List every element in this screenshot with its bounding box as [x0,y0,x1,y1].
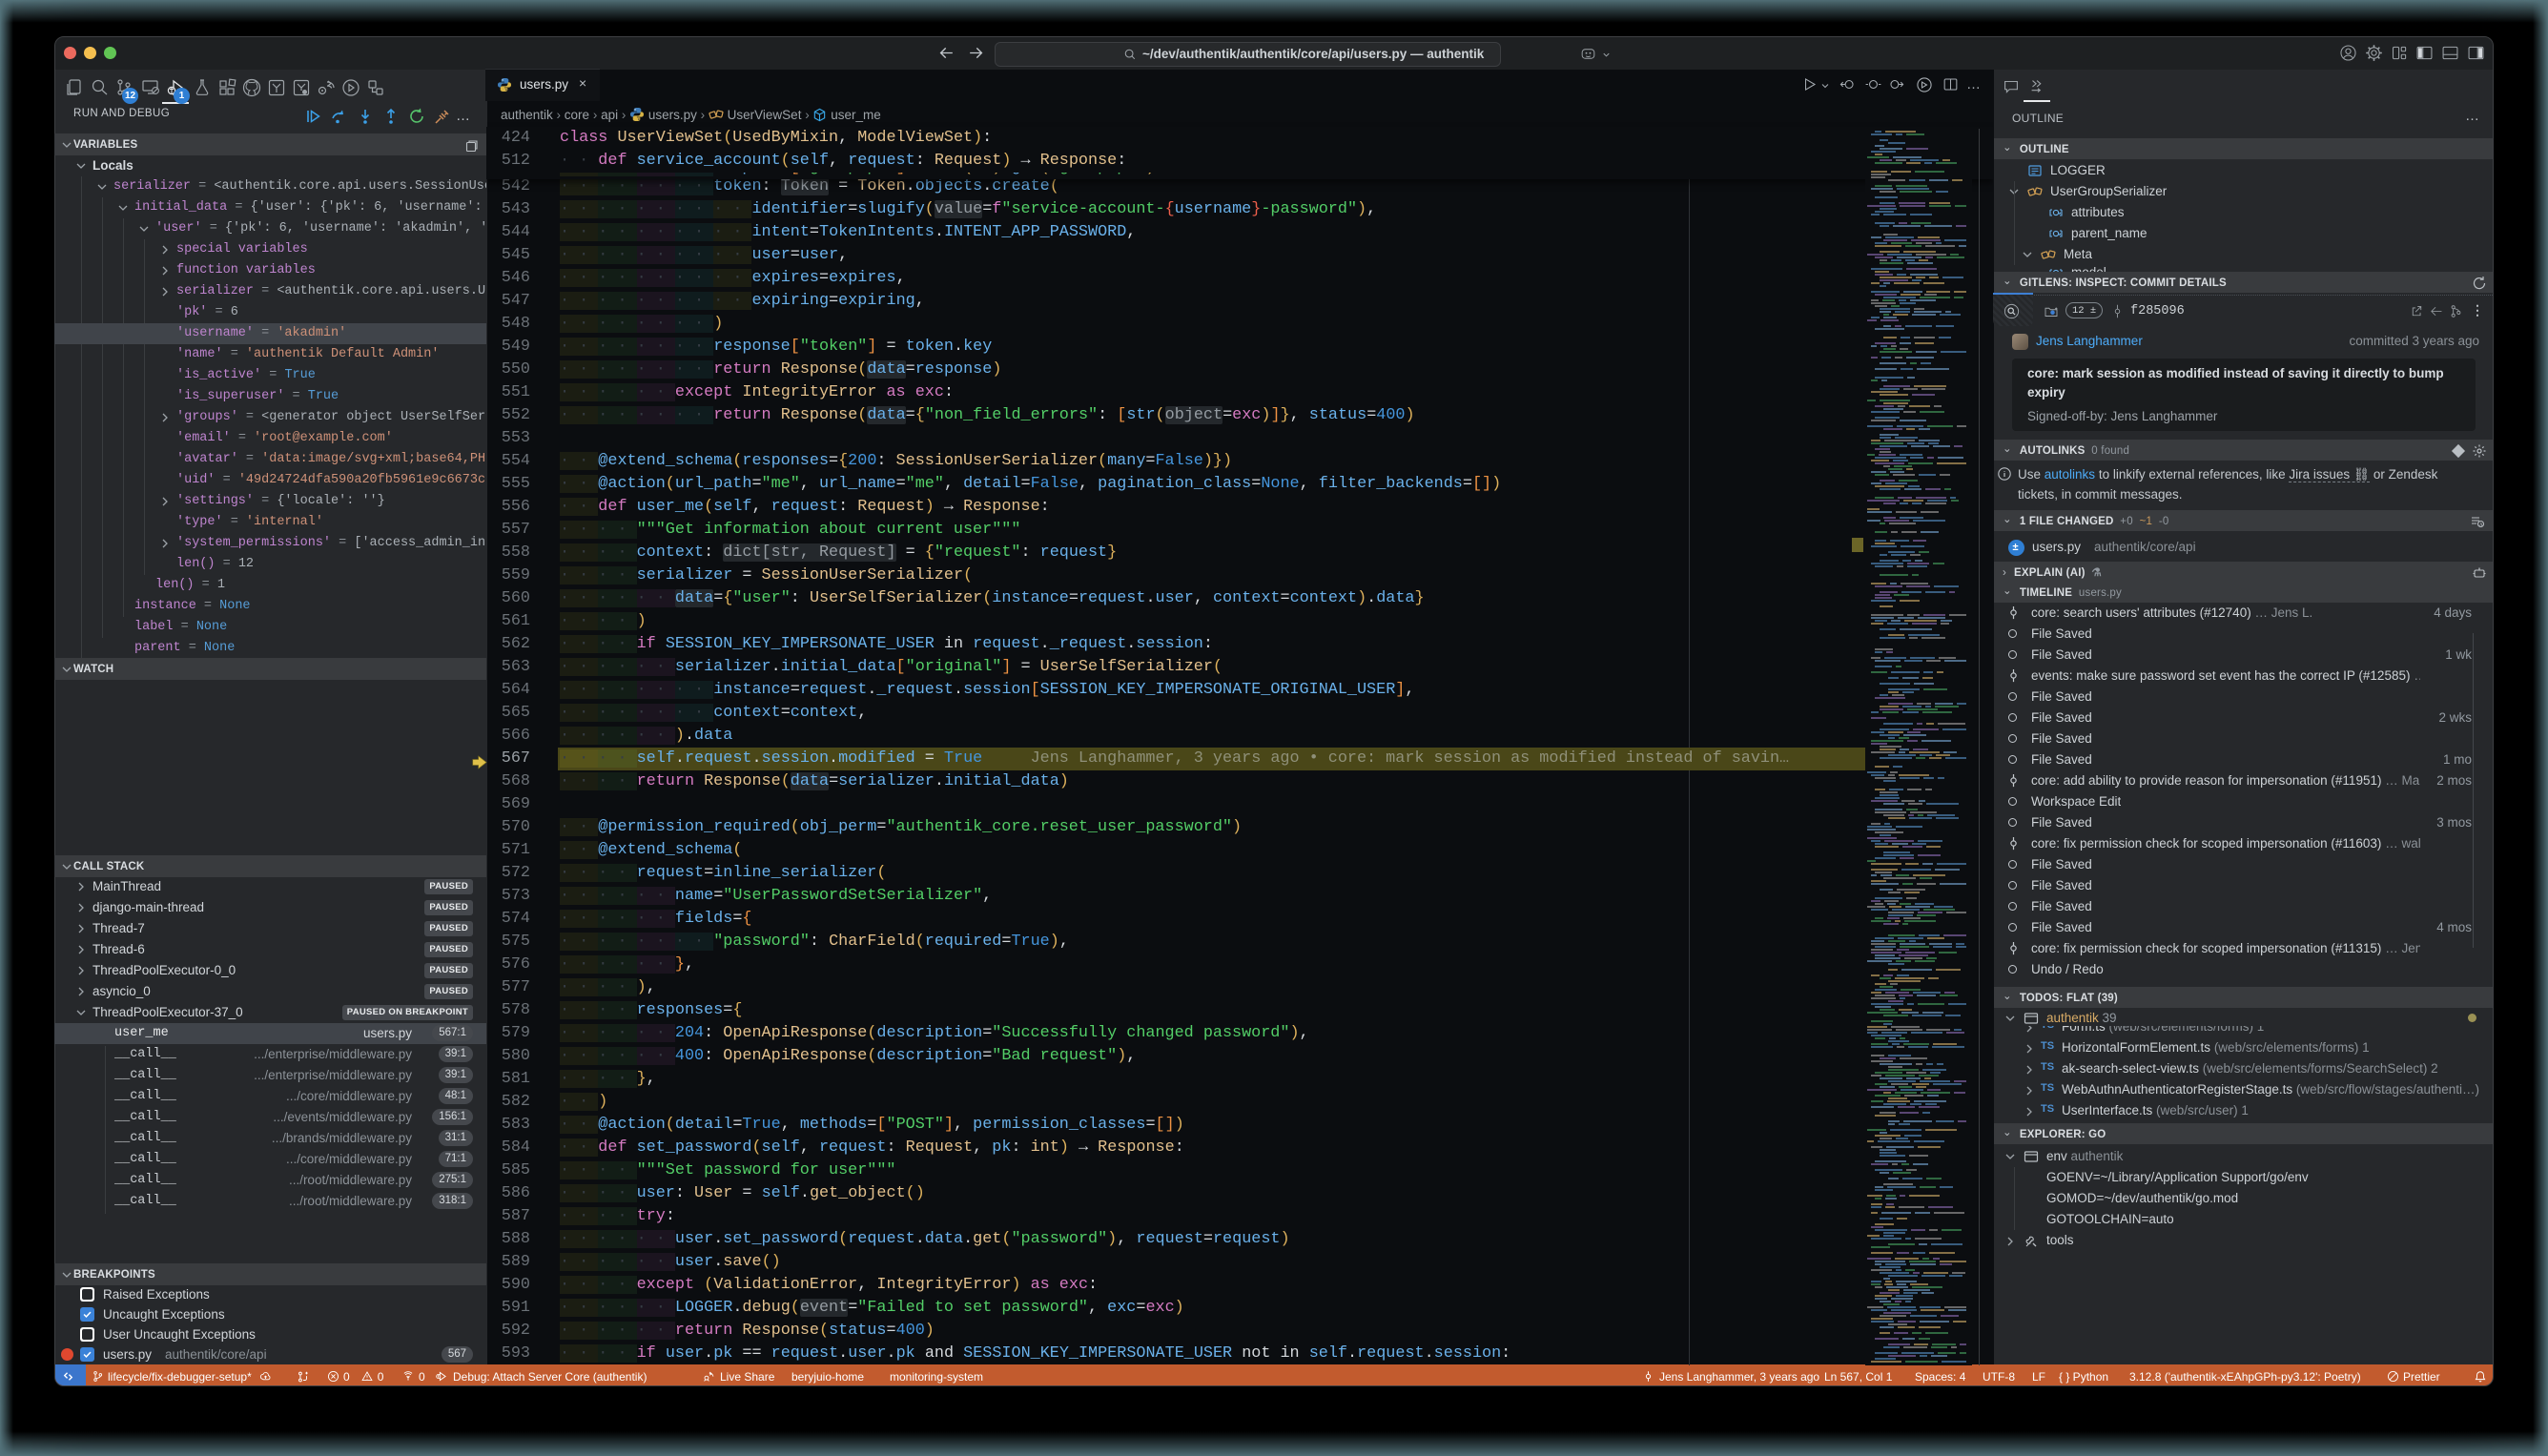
svg-text:A: A [2479,523,2483,527]
